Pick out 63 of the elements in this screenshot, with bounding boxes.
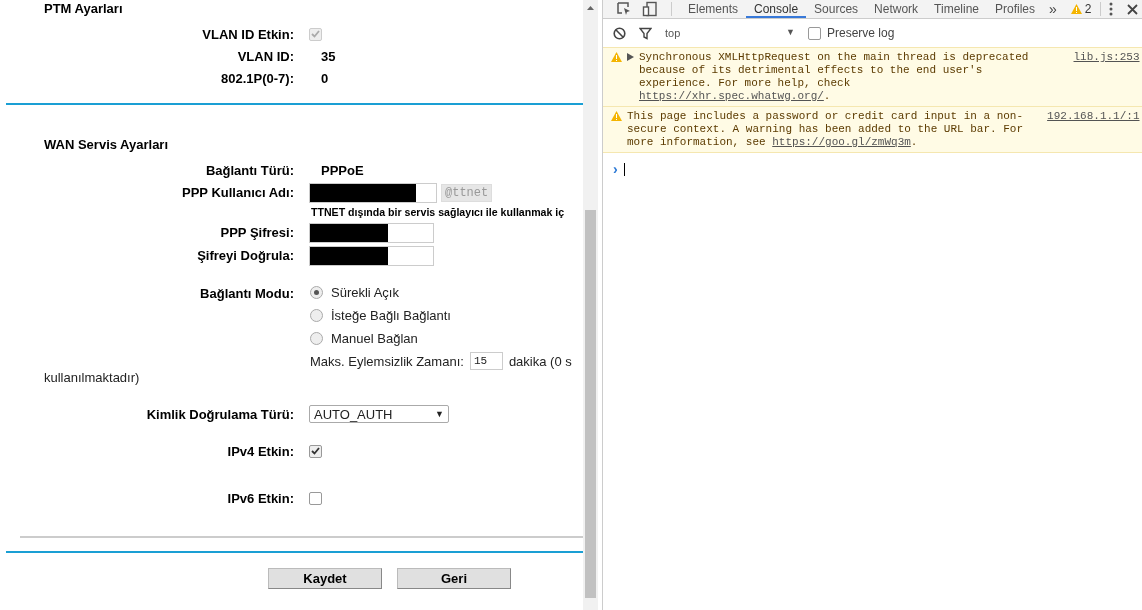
clear-icon[interactable] [613,26,626,40]
redacted-input-field[interactable] [309,222,434,243]
form-button[interactable]: Geri [397,568,511,589]
field-label: Kimlik Doğrulama Türü: [145,406,294,422]
domain-suffix: @ttnet [441,183,493,202]
devtools-tab[interactable]: Console [746,0,807,18]
console-message: This page includes a password or credit card input in a non-secure context. A warning has been added to the URL bar. For more information, see https://goo.gl/zmWq3m. [627,110,1025,149]
preserve-log-checkbox[interactable] [808,26,821,40]
field-label: 802.1P(0-7): [220,70,294,86]
scrollbar-drawing[interactable] [583,0,598,610]
field-label: Bağlantı Modu: [199,285,294,301]
field-value: 35 [320,48,336,64]
radio-label: Sürekli Açık [331,284,399,300]
field-label: VLAN ID: [236,48,294,64]
devtools-tab[interactable]: Sources [806,0,867,18]
prompt-chevron: › [613,161,618,177]
menu-icon[interactable] [1108,2,1113,16]
console-message: Synchronous XMLHttpRequest on the main thread is deprecated because of its detrimental effects to the end user's experience. For more help, check https://xhr.spec.whatwg.org/. [639,51,1030,103]
context-dropdown[interactable]: top ▼ [665,27,795,39]
expand-triangle-icon[interactable] [627,53,634,61]
message-link[interactable]: https://goo.gl/zmWq3m [772,136,911,148]
filter-icon[interactable] [639,26,652,40]
inspect-icon[interactable] [616,1,632,17]
devtools-tab[interactable]: Timeline [926,0,987,18]
preserve-log-label: Preserve log [827,26,895,40]
close-icon[interactable] [1126,3,1138,15]
field-label: IPv4 Etkin: [226,443,294,459]
field-value: PPPoE [320,162,364,178]
warning-icon [1070,4,1082,14]
field-value: 0 [320,70,329,86]
idle-time-input[interactable]: 15 [469,352,503,370]
devtools-tab[interactable]: Network [866,0,927,18]
section-title: WAN Servis Ayarları [43,137,170,152]
devtools-tab[interactable]: Elements [680,0,747,18]
source-link[interactable]: lib.js:253 [1073,51,1140,103]
device-icon[interactable] [642,1,658,17]
field-label: PPP Kullanıcı Adı: [181,185,294,200]
section-title: PTM Ayarları [43,1,124,16]
wrapped-text: kullanılmaktadır) [43,370,141,385]
radio-button[interactable] [310,308,323,322]
message-link[interactable]: https://xhr.spec.whatwg.org/ [639,90,824,102]
field-label: VLAN ID Etkin: [201,26,294,42]
radio-button[interactable] [310,331,323,345]
field-label: Maks. Eylemsizlik Zamanı: [310,353,464,369]
radio-label: Manuel Bağlan [331,330,418,346]
unit-text: dakika (0 s [508,353,572,369]
checkbox[interactable] [309,491,322,505]
hint-text: TTNET dışında bir servis sağlayıcı ile kullanmak iç [310,206,566,218]
redacted-input-field[interactable] [309,245,434,266]
source-link[interactable]: 192.168.1.1/:1 [1047,110,1140,149]
field-label: Bağlantı Türü: [204,162,294,178]
auth-type-dropdown[interactable]: AUTO_AUTH ▼ [309,405,449,423]
form-button[interactable]: Kaydet [268,568,382,589]
field-label: IPv6 Etkin: [226,490,294,506]
redacted-input-field[interactable] [309,182,437,203]
field-label: Şifreyi Doğrula: [196,248,294,263]
warning-count[interactable]: 2 [1084,2,1092,16]
checkbox[interactable] [309,444,322,458]
more-tabs-button[interactable]: » [1043,1,1063,17]
devtools-tab[interactable]: Profiles [987,0,1044,18]
radio-button[interactable] [310,285,323,299]
radio-label: İsteğe Bağlı Bağlantı [331,307,451,323]
field-label: PPP Şifresi: [219,225,294,240]
